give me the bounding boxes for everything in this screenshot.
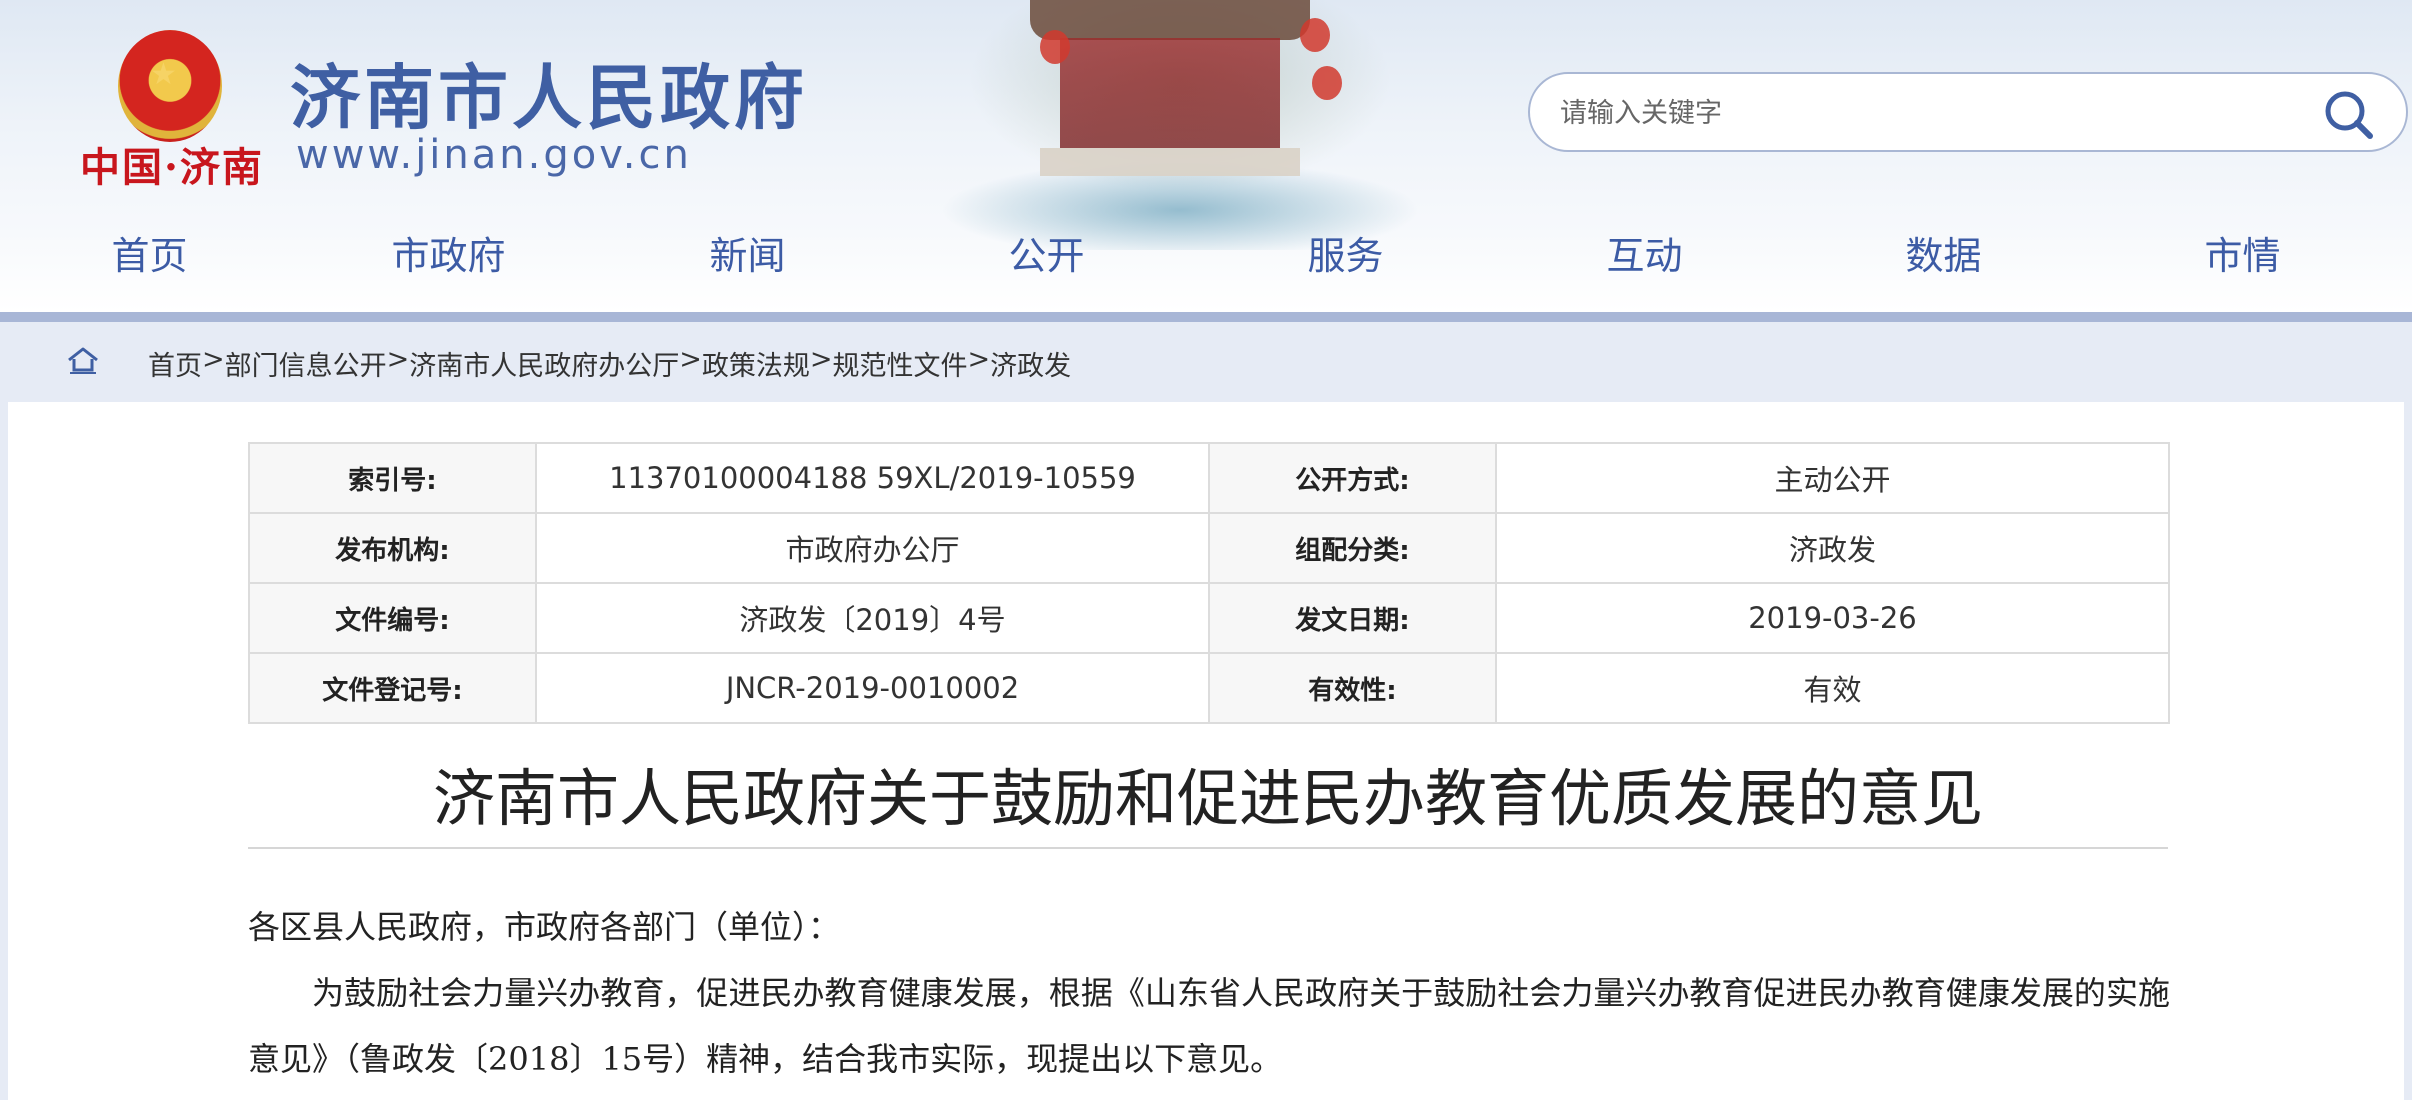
breadcrumb-item[interactable]: 规范性文件 bbox=[833, 344, 968, 383]
search-input[interactable] bbox=[1560, 86, 2300, 140]
nav-item-interaction[interactable]: 互动 bbox=[1495, 225, 1794, 280]
site-header: ★ 中国·济南 济南市人民政府 www.jinan.gov.cn 首页 市政府 … bbox=[0, 0, 2412, 312]
city-mark-logo: 中国·济南 bbox=[80, 144, 264, 191]
nav-item-news[interactable]: 新闻 bbox=[598, 225, 897, 280]
nav-item-public[interactable]: 公开 bbox=[897, 225, 1196, 280]
table-row: 发布机构: 市政府办公厅 组配分类: 济政发 bbox=[248, 512, 2170, 584]
table-row: 索引号: 11370100004188 59XL/2019-10559 公开方式… bbox=[248, 442, 2170, 514]
home-icon[interactable] bbox=[66, 346, 100, 376]
breadcrumb-item-current[interactable]: 济政发 bbox=[990, 344, 1071, 383]
breadcrumb-item[interactable]: 部门信息公开 bbox=[225, 344, 387, 383]
header-divider-bar bbox=[0, 312, 2412, 322]
document-metadata-table: 索引号: 11370100004188 59XL/2019-10559 公开方式… bbox=[248, 442, 2170, 724]
meta-label-disclosure: 公开方式: bbox=[1208, 442, 1497, 514]
meta-value-registration: JNCR-2019-0010002 bbox=[535, 652, 1210, 724]
site-url[interactable]: www.jinan.gov.cn bbox=[296, 132, 692, 178]
breadcrumb-separator: > bbox=[809, 344, 833, 375]
meta-label-registration: 文件登记号: bbox=[248, 652, 537, 724]
search-icon[interactable] bbox=[2322, 88, 2376, 142]
meta-value-doc-number: 济政发〔2019〕4号 bbox=[535, 582, 1210, 654]
emblem-star-icon: ★ bbox=[150, 57, 177, 92]
document-title: 济南市人民政府关于鼓励和促进民办教育优质发展的意见 bbox=[432, 762, 1983, 835]
nav-item-city-info[interactable]: 市情 bbox=[2093, 225, 2392, 280]
nav-item-home[interactable]: 首页 bbox=[0, 225, 299, 280]
meta-value-issuer: 市政府办公厅 bbox=[535, 512, 1210, 584]
meta-value-issue-date: 2019-03-26 bbox=[1495, 582, 2170, 654]
pavilion-base bbox=[1040, 148, 1300, 176]
nav-item-services[interactable]: 服务 bbox=[1196, 225, 1495, 280]
breadcrumb-bar: 首页 > 部门信息公开 > 济南市人民政府办公厅 > 政策法规 > 规范性文件 … bbox=[0, 322, 2412, 402]
document-salutation: 各区县人民政府，市政府各部门（单位）： bbox=[248, 908, 841, 946]
meta-value-index: 11370100004188 59XL/2019-10559 bbox=[535, 442, 1210, 514]
breadcrumb-separator: > bbox=[679, 344, 702, 375]
meta-value-disclosure: 主动公开 bbox=[1495, 442, 2170, 514]
breadcrumb-item[interactable]: 首页 bbox=[148, 344, 202, 383]
meta-label-index: 索引号: bbox=[248, 442, 537, 514]
breadcrumb-separator: > bbox=[202, 344, 225, 375]
pavilion-body bbox=[1060, 38, 1280, 148]
nav-item-data[interactable]: 数据 bbox=[1794, 225, 2093, 280]
pavilion-roof bbox=[1030, 0, 1310, 40]
breadcrumb: 首页 > 部门信息公开 > 济南市人民政府办公厅 > 政策法规 > 规范性文件 … bbox=[148, 344, 1071, 383]
meta-label-issue-date: 发文日期: bbox=[1208, 582, 1497, 654]
lantern-decoration bbox=[1300, 18, 1330, 52]
title-divider bbox=[248, 847, 2168, 849]
lantern-decoration bbox=[1312, 66, 1342, 100]
main-nav: 首页 市政府 新闻 公开 服务 互动 数据 市情 bbox=[0, 212, 2412, 292]
meta-label-validity: 有效性: bbox=[1208, 652, 1497, 724]
meta-label-category: 组配分类: bbox=[1208, 512, 1497, 584]
meta-label-issuer: 发布机构: bbox=[248, 512, 537, 584]
site-title[interactable]: 济南市人民政府 bbox=[290, 42, 808, 143]
table-row: 文件编号: 济政发〔2019〕4号 发文日期: 2019-03-26 bbox=[248, 582, 2170, 654]
breadcrumb-separator: > bbox=[386, 344, 410, 375]
breadcrumb-separator: > bbox=[967, 344, 991, 375]
meta-label-doc-number: 文件编号: bbox=[248, 582, 537, 654]
meta-value-validity: 有效 bbox=[1495, 652, 2170, 724]
meta-value-category: 济政发 bbox=[1495, 512, 2170, 584]
document-paragraph: 为鼓励社会力量兴办教育，促进民办教育健康发展，根据《山东省人民政府关于鼓励社会力… bbox=[248, 974, 2170, 1078]
search-box bbox=[1528, 72, 2408, 152]
lantern-decoration bbox=[1040, 30, 1070, 64]
breadcrumb-item[interactable]: 政策法规 bbox=[702, 344, 810, 383]
table-row: 文件登记号: JNCR-2019-0010002 有效性: 有效 bbox=[248, 652, 2170, 724]
nav-item-government[interactable]: 市政府 bbox=[299, 225, 598, 280]
breadcrumb-item[interactable]: 济南市人民政府办公厅 bbox=[409, 344, 679, 383]
